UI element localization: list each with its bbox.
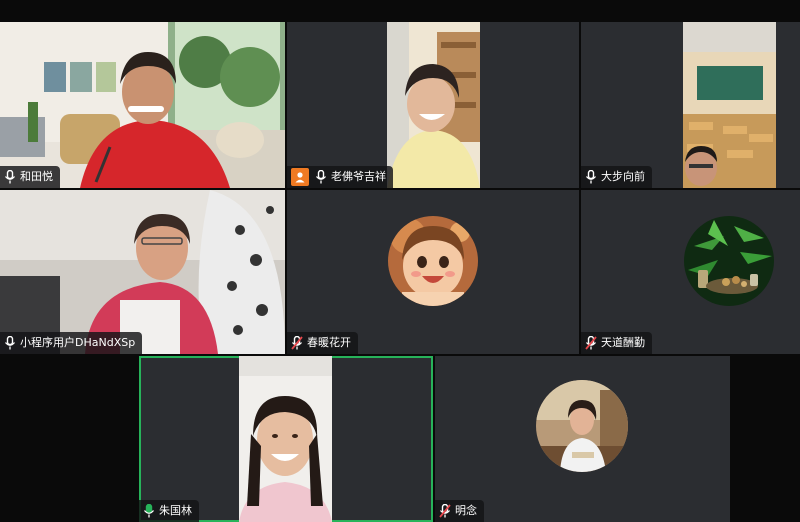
participant-name: 和田悦 bbox=[20, 170, 53, 183]
video-tile-participant-6[interactable]: 天道酬勤 bbox=[581, 190, 800, 354]
microphone-icon bbox=[585, 169, 597, 184]
participant-name: 明念 bbox=[455, 504, 477, 517]
participant-avatar bbox=[684, 216, 774, 306]
participant-name-tag: 春暖花开 bbox=[287, 332, 358, 354]
participant-name-tag: 朱国林 bbox=[139, 500, 199, 522]
participant-video bbox=[0, 190, 285, 354]
microphone-muted-icon bbox=[439, 503, 451, 518]
video-tile-participant-3[interactable]: 大步向前 bbox=[581, 22, 800, 188]
video-tile-participant-4[interactable]: 小程序用户DHaNdXSp bbox=[0, 190, 285, 354]
participant-name: 朱国林 bbox=[159, 504, 192, 517]
participant-name-tag: 明念 bbox=[435, 500, 484, 522]
video-tile-participant-8[interactable]: 明念 bbox=[435, 356, 730, 522]
participant-name-tag: 小程序用户DHaNdXSp bbox=[0, 332, 143, 354]
participant-video bbox=[0, 22, 285, 188]
participant-video bbox=[683, 22, 776, 188]
participant-name: 天道酬勤 bbox=[601, 336, 645, 349]
participant-name: 小程序用户DHaNdXSp bbox=[20, 336, 136, 349]
participant-name-tag: 天道酬勤 bbox=[581, 332, 652, 354]
microphone-icon bbox=[315, 169, 327, 184]
user-host-icon bbox=[291, 168, 309, 186]
participant-name: 老佛爷吉祥 bbox=[331, 170, 386, 183]
microphone-icon bbox=[4, 335, 16, 350]
video-tile-participant-5[interactable]: 春暖花开 bbox=[287, 190, 579, 354]
meeting-window: { "participants": [ {"name": "和田悦", "mic… bbox=[0, 0, 800, 522]
participant-name-tag: 大步向前 bbox=[581, 166, 652, 188]
participant-name: 春暖花开 bbox=[307, 336, 351, 349]
microphone-muted-icon bbox=[291, 335, 303, 350]
video-tile-participant-1[interactable]: 和田悦 bbox=[0, 22, 285, 188]
participant-video bbox=[239, 356, 332, 522]
participant-name-tag: 和田悦 bbox=[0, 166, 60, 188]
participant-name: 大步向前 bbox=[601, 170, 645, 183]
participant-avatar bbox=[536, 380, 628, 472]
participant-name-tag: 老佛爷吉祥 bbox=[287, 166, 393, 188]
microphone-icon bbox=[4, 169, 16, 184]
microphone-muted-icon bbox=[585, 335, 597, 350]
video-tile-participant-7[interactable]: 朱国林 bbox=[139, 356, 433, 522]
participant-video bbox=[387, 22, 480, 188]
video-tile-participant-2[interactable]: 老佛爷吉祥 bbox=[287, 22, 579, 188]
microphone-icon bbox=[143, 503, 155, 518]
participant-avatar bbox=[388, 216, 478, 306]
